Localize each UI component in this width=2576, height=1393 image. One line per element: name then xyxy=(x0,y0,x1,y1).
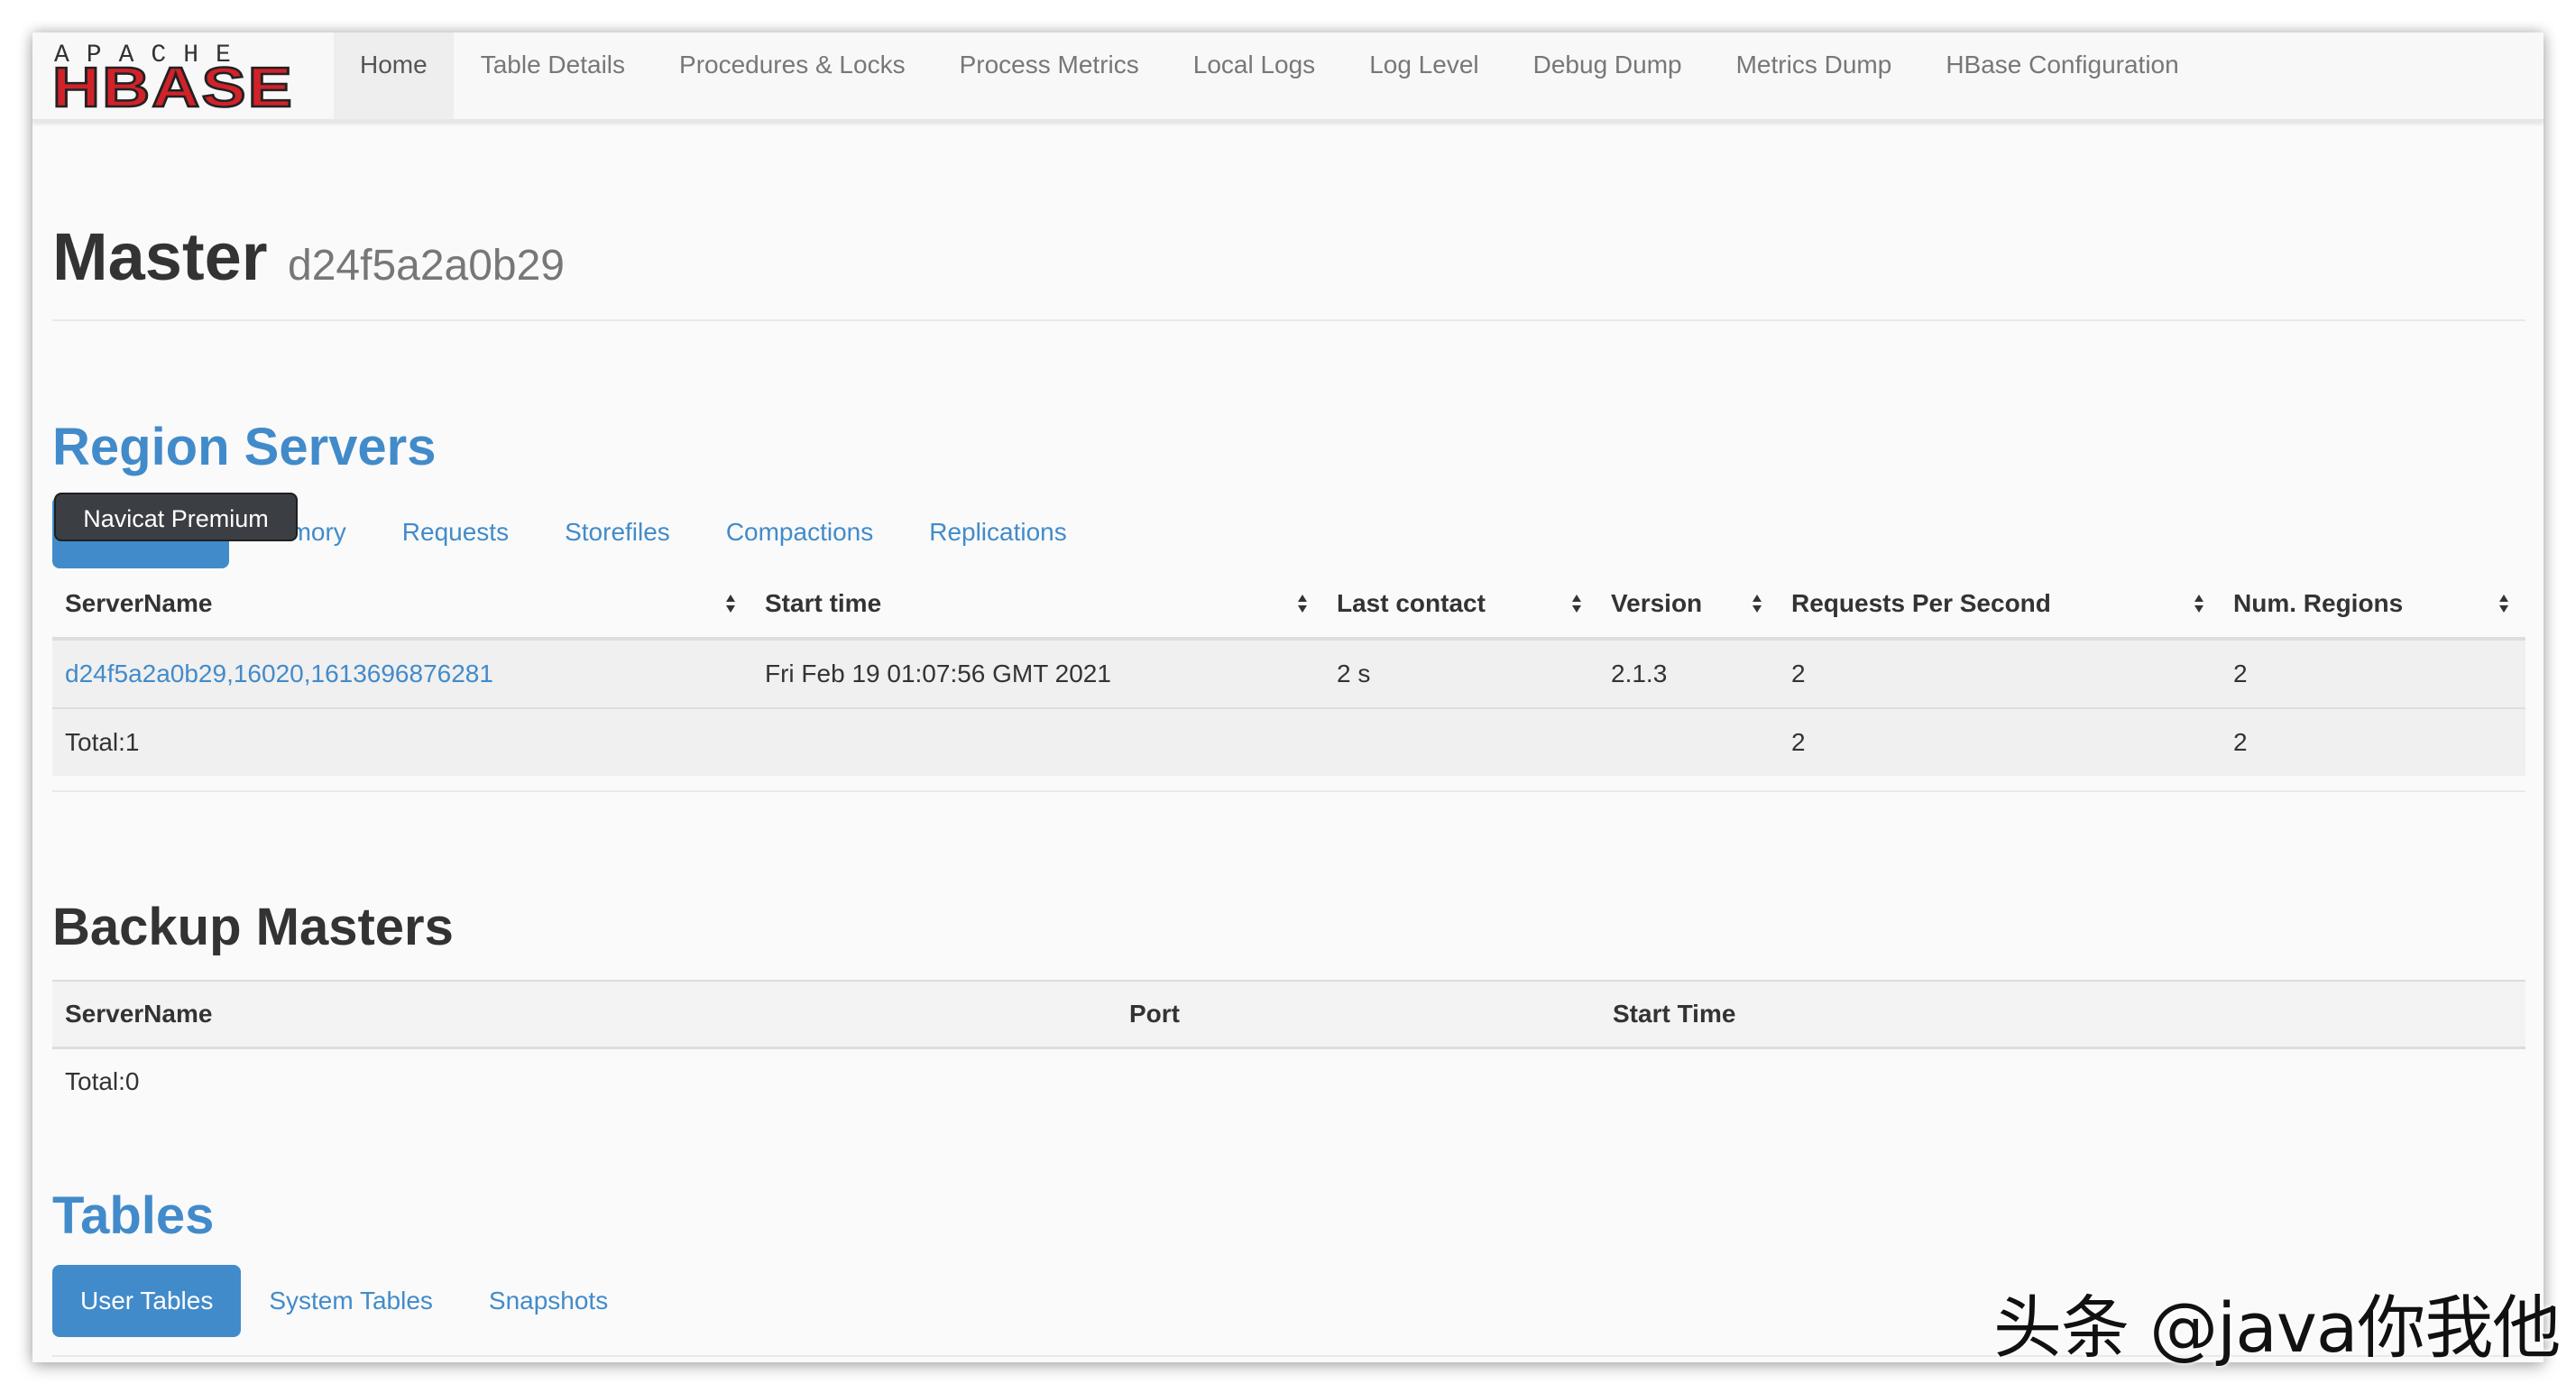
col-start-time[interactable]: Start time xyxy=(752,570,1324,641)
page-title: Master xyxy=(52,219,268,294)
backup-masters-title: Backup Masters xyxy=(52,898,454,956)
tab-user-tables[interactable]: User Tables xyxy=(52,1265,242,1337)
cell-start-time: Fri Feb 19 01:07:56 GMT 2021 xyxy=(752,638,1324,708)
section-divider xyxy=(52,790,2525,792)
tab-snapshots[interactable]: Snapshots xyxy=(461,1265,636,1337)
total-cell xyxy=(1324,707,1598,776)
tables-tabs: User Tables System Tables Snapshots xyxy=(52,1265,636,1337)
col-version[interactable]: Version xyxy=(1598,570,1779,641)
total-cell xyxy=(752,707,1324,776)
region-servers-table: ServerName Start time Last contact Versi… xyxy=(52,570,2525,776)
nav-hbase-configuration[interactable]: HBase Configuration xyxy=(1918,32,2205,119)
nav-metrics-dump[interactable]: Metrics Dump xyxy=(1709,32,1919,119)
sort-icon[interactable] xyxy=(725,594,736,613)
col-port: Port xyxy=(1117,980,1600,1049)
sort-icon[interactable] xyxy=(1297,594,1308,613)
col-start-time: Start Time xyxy=(1600,980,2525,1049)
backup-masters-table: ServerName Port Start Time Total:0 xyxy=(52,980,2525,1114)
nav-local-logs[interactable]: Local Logs xyxy=(1166,32,1342,119)
nav-home[interactable]: Home xyxy=(334,32,454,119)
nav-log-level[interactable]: Log Level xyxy=(1342,32,1505,119)
sort-icon[interactable] xyxy=(1752,594,1762,613)
total-label: Total:0 xyxy=(65,1067,140,1095)
svg-text:HBASE: HBASE xyxy=(52,57,294,119)
total-label: Total:1 xyxy=(52,707,752,776)
sort-icon[interactable] xyxy=(2498,594,2509,613)
nav-debug-dump[interactable]: Debug Dump xyxy=(1506,32,1709,119)
nav-process-metrics[interactable]: Process Metrics xyxy=(933,32,1166,119)
browser-window: APACHE HBASE Home Table Details Procedur… xyxy=(32,32,2544,1362)
nav-procedures-locks[interactable]: Procedures & Locks xyxy=(652,32,933,119)
tab-replications[interactable]: Replications xyxy=(901,496,1095,568)
total-regions: 2 xyxy=(2221,707,2525,776)
page-header: Master d24f5a2a0b29 xyxy=(52,218,565,295)
table-row: d24f5a2a0b29,16020,1613696876281 Fri Feb… xyxy=(52,638,2525,708)
cell-num-regions: 2 xyxy=(2221,638,2525,708)
top-navbar: APACHE HBASE Home Table Details Procedur… xyxy=(32,32,2544,123)
col-requests-per-second[interactable]: Requests Per Second xyxy=(1779,570,2221,641)
cell-last-contact: 2 s xyxy=(1324,638,1598,708)
sort-icon[interactable] xyxy=(2194,594,2204,613)
nav-menu: Home Table Details Procedures & Locks Pr… xyxy=(334,32,2206,119)
cell-version: 2.1.3 xyxy=(1598,638,1779,708)
tab-compactions[interactable]: Compactions xyxy=(698,496,901,568)
table-total-row: Total:1 2 2 xyxy=(52,707,2525,776)
tables-title[interactable]: Tables xyxy=(52,1185,214,1246)
table-header-row: ServerName Start time Last contact Versi… xyxy=(52,570,2525,641)
navicat-tooltip: Navicat Premium xyxy=(54,493,298,541)
header-divider xyxy=(52,319,2525,321)
server-name-link[interactable]: d24f5a2a0b29,16020,1613696876281 xyxy=(52,638,752,708)
nav-table-details[interactable]: Table Details xyxy=(454,32,652,119)
col-servername: ServerName xyxy=(52,980,1117,1049)
col-last-contact[interactable]: Last contact xyxy=(1324,570,1598,641)
watermark-text: 头条 @java你我他 xyxy=(1993,1287,2561,1368)
page-subtitle: d24f5a2a0b29 xyxy=(288,242,565,290)
tab-storefiles[interactable]: Storefiles xyxy=(537,496,698,568)
total-requests: 2 xyxy=(1779,707,2221,776)
col-servername[interactable]: ServerName xyxy=(52,570,752,641)
cell-requests-per-second: 2 xyxy=(1779,638,2221,708)
table-header-row: ServerName Port Start Time xyxy=(52,980,2525,1049)
tab-requests[interactable]: Requests xyxy=(374,496,537,568)
hbase-logo[interactable]: APACHE HBASE xyxy=(49,32,301,119)
table-total-row: Total:0 xyxy=(52,1048,2525,1115)
total-cell xyxy=(1598,707,1779,776)
col-num-regions[interactable]: Num. Regions xyxy=(2221,570,2525,641)
region-servers-title[interactable]: Region Servers xyxy=(52,417,437,477)
tab-system-tables[interactable]: System Tables xyxy=(241,1265,461,1337)
sort-icon[interactable] xyxy=(1571,594,1582,613)
